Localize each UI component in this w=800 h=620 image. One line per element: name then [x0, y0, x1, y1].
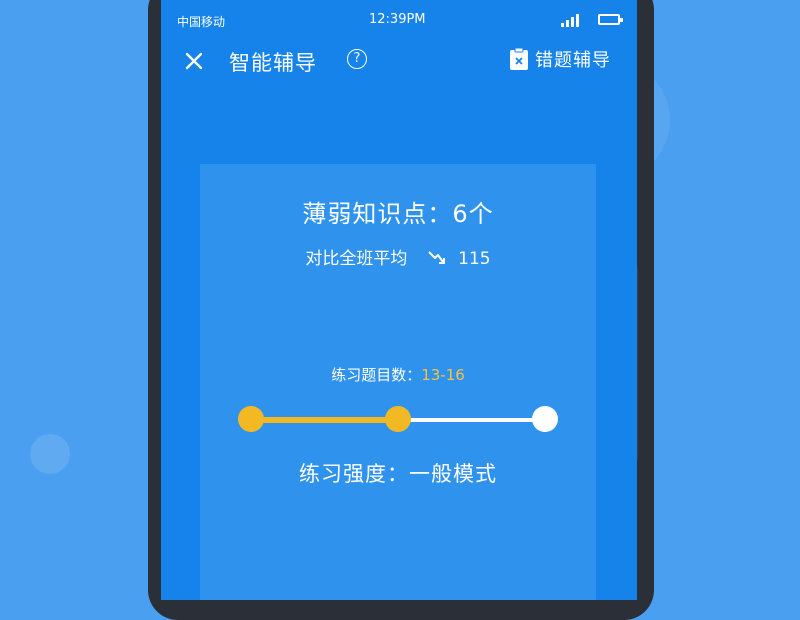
trend-down-icon	[428, 251, 445, 264]
help-button[interactable]: ?	[347, 49, 367, 69]
carrier-name: 中国移动	[177, 15, 226, 29]
intensity-slider[interactable]	[238, 406, 558, 434]
background-bubble	[30, 434, 70, 474]
class-average-comparison: 对比全班平均 115	[200, 244, 596, 269]
battery-icon	[598, 14, 623, 25]
app-screen: 中国移动 12:39PM 智能辅导 ? 错题辅导 薄弱知识点：6个 对比全班平均…	[161, 0, 637, 600]
practice-count-label: 练习题目数：	[331, 366, 422, 384]
slider-track-fill	[248, 417, 395, 423]
page-title: 智能辅导	[229, 51, 317, 75]
clipboard-x-icon	[510, 47, 528, 70]
app-bar: 智能辅导 ? 错题辅导	[161, 40, 637, 84]
close-icon	[185, 52, 203, 70]
status-time: 12:39PM	[369, 12, 426, 27]
slider-level-1-knob[interactable]	[238, 406, 264, 432]
intensity-label: 练习强度：一般模式	[299, 462, 497, 486]
wrong-questions-button[interactable]: 错题辅导	[509, 44, 611, 74]
tutoring-summary-card: 薄弱知识点：6个 对比全班平均 115 练习题目数：13-16 练习强度：一般模…	[200, 164, 596, 600]
slider-level-2-knob[interactable]	[385, 406, 411, 432]
help-icon: ?	[353, 51, 361, 66]
signal-icon	[561, 13, 585, 27]
status-bar: 中国移动 12:39PM	[161, 0, 637, 40]
slider-level-3-knob[interactable]	[532, 406, 558, 432]
practice-count-value: 13-16	[421, 366, 465, 384]
practice-count: 练习题目数：13-16	[200, 364, 596, 385]
weak-points-title: 薄弱知识点：6个	[302, 200, 494, 228]
close-button[interactable]	[179, 46, 209, 76]
compare-label: 对比全班平均	[305, 249, 408, 269]
compare-value: 115	[458, 249, 491, 269]
wrong-questions-label: 错题辅导	[535, 50, 611, 71]
